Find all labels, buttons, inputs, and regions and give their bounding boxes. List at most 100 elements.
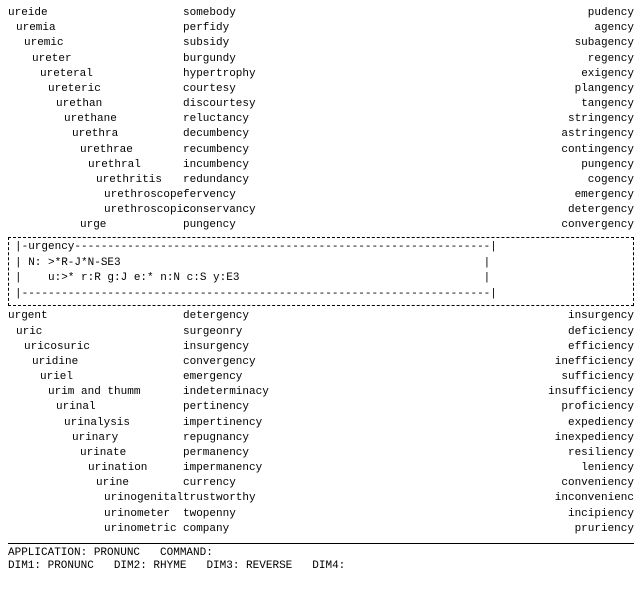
list-item: uriel [8, 370, 183, 385]
list-item: emergency [358, 188, 634, 203]
list-item: insufficiency [358, 385, 634, 400]
list-item: urethritis [8, 173, 183, 188]
command-label: COMMAND: [160, 547, 213, 559]
list-item: urethral [8, 158, 183, 173]
list-item: redundancy [183, 173, 358, 188]
status-row-2: DIM1: PRONUNC DIM2: RHYME DIM3: REVERSE … [8, 560, 634, 572]
list-item: reluctancy [183, 112, 358, 127]
list-item: hypertrophy [183, 67, 358, 82]
list-item: urinal [8, 400, 183, 415]
list-item: uric [8, 325, 183, 340]
list-item: uremic [8, 36, 183, 51]
dim3-label: DIM3: REVERSE [206, 560, 292, 572]
list-item: pertinency [183, 400, 358, 415]
list-item: insurgency [183, 340, 358, 355]
list-item: pruriency [358, 522, 634, 537]
list-item: permanency [183, 446, 358, 461]
list-item: inexpediency [358, 431, 634, 446]
list-item: convergency [358, 218, 634, 233]
list-item: twopenny [183, 507, 358, 522]
list-item: urinogenital [8, 491, 183, 506]
list-item: repugnancy [183, 431, 358, 446]
list-item: urinometric [8, 522, 183, 537]
list-item: exigency [358, 67, 634, 82]
list-item: urethra [8, 127, 183, 142]
list-item: surgeonry [183, 325, 358, 340]
status-row-1: APPLICATION: PRONUNC COMMAND: [8, 547, 634, 559]
screen: ureide uremia uremic ureter ureteral ure… [0, 0, 642, 605]
list-item: somebody [183, 6, 358, 21]
list-item: convergency [183, 355, 358, 370]
list-item: uricosuric [8, 340, 183, 355]
list-item: inefficiency [358, 355, 634, 370]
list-item: uridine [8, 355, 183, 370]
box-line-3: | u:>* r:R g:J e:* n:N c:S y:E3 | [15, 271, 627, 287]
list-item: urethane [8, 112, 183, 127]
col-left-top: ureide uremia uremic ureter ureteral ure… [8, 6, 183, 234]
list-item: fervency [183, 188, 358, 203]
list-item: urim and thumm [8, 385, 183, 400]
col-right-bottom: insurgency deficiency efficiency ineffic… [358, 309, 634, 537]
list-item: decumbency [183, 127, 358, 142]
list-item: detergency [183, 309, 358, 324]
list-item: pudency [358, 6, 634, 21]
list-item: urinate [8, 446, 183, 461]
status-bar: APPLICATION: PRONUNC COMMAND: DIM1: PRON… [8, 543, 634, 572]
list-item: urination [8, 461, 183, 476]
list-item: urethan [8, 97, 183, 112]
list-item: urge [8, 218, 183, 233]
box-line-2: | N: >*R-J*N-SE3 | [15, 256, 627, 272]
list-item: urinary [8, 431, 183, 446]
list-item: courtesy [183, 82, 358, 97]
col-right-top: pudency agency subagency regency exigenc… [358, 6, 634, 234]
list-item: leniency [358, 461, 634, 476]
list-item: tangency [358, 97, 634, 112]
list-item: ureteral [8, 67, 183, 82]
list-item: proficiency [358, 400, 634, 415]
list-item: currency [183, 476, 358, 491]
col-mid-top: somebody perfidy subsidy burgundy hypert… [183, 6, 358, 234]
list-item: pungency [358, 158, 634, 173]
list-item: impertinency [183, 416, 358, 431]
list-item: company [183, 522, 358, 537]
list-item: emergency [183, 370, 358, 385]
list-item: cogency [358, 173, 634, 188]
list-item: incumbency [183, 158, 358, 173]
list-item: contingency [358, 143, 634, 158]
list-item: indeterminacy [183, 385, 358, 400]
list-item: burgundy [183, 52, 358, 67]
list-item: urethroscopic [8, 203, 183, 218]
list-item: sufficiency [358, 370, 634, 385]
list-item: efficiency [358, 340, 634, 355]
list-item: discourtesy [183, 97, 358, 112]
bottom-section: urgent uric uricosuric uridine uriel uri… [8, 309, 634, 537]
list-item: ureide [8, 6, 183, 21]
box-line-4: |---------------------------------------… [15, 287, 627, 303]
list-item: conveniency [358, 476, 634, 491]
col-mid-bottom: detergency surgeonry insurgency converge… [183, 309, 358, 537]
list-item: inconvenienc [358, 491, 634, 506]
list-item: deficiency [358, 325, 634, 340]
list-item: trustworthy [183, 491, 358, 506]
col-left-bottom: urgent uric uricosuric uridine uriel uri… [8, 309, 183, 537]
list-item: impermanency [183, 461, 358, 476]
list-item: insurgency [358, 309, 634, 324]
pronunciation-box: |-urgency-------------------------------… [8, 237, 634, 307]
dim2-label: DIM2: RHYME [114, 560, 187, 572]
list-item: perfidy [183, 21, 358, 36]
list-item: subsidy [183, 36, 358, 51]
list-item: astringency [358, 127, 634, 142]
list-item: uremia [8, 21, 183, 36]
list-item: urethroscope [8, 188, 183, 203]
list-item: stringency [358, 112, 634, 127]
dim4-label: DIM4: [312, 560, 345, 572]
application-label: APPLICATION: PRONUNC [8, 547, 140, 559]
list-item: plangency [358, 82, 634, 97]
list-item: detergency [358, 203, 634, 218]
dim1-label: DIM1: PRONUNC [8, 560, 94, 572]
list-item: agency [358, 21, 634, 36]
box-line-1: |-urgency-------------------------------… [15, 240, 627, 256]
list-item: urine [8, 476, 183, 491]
list-item: resiliency [358, 446, 634, 461]
list-item: ureter [8, 52, 183, 67]
